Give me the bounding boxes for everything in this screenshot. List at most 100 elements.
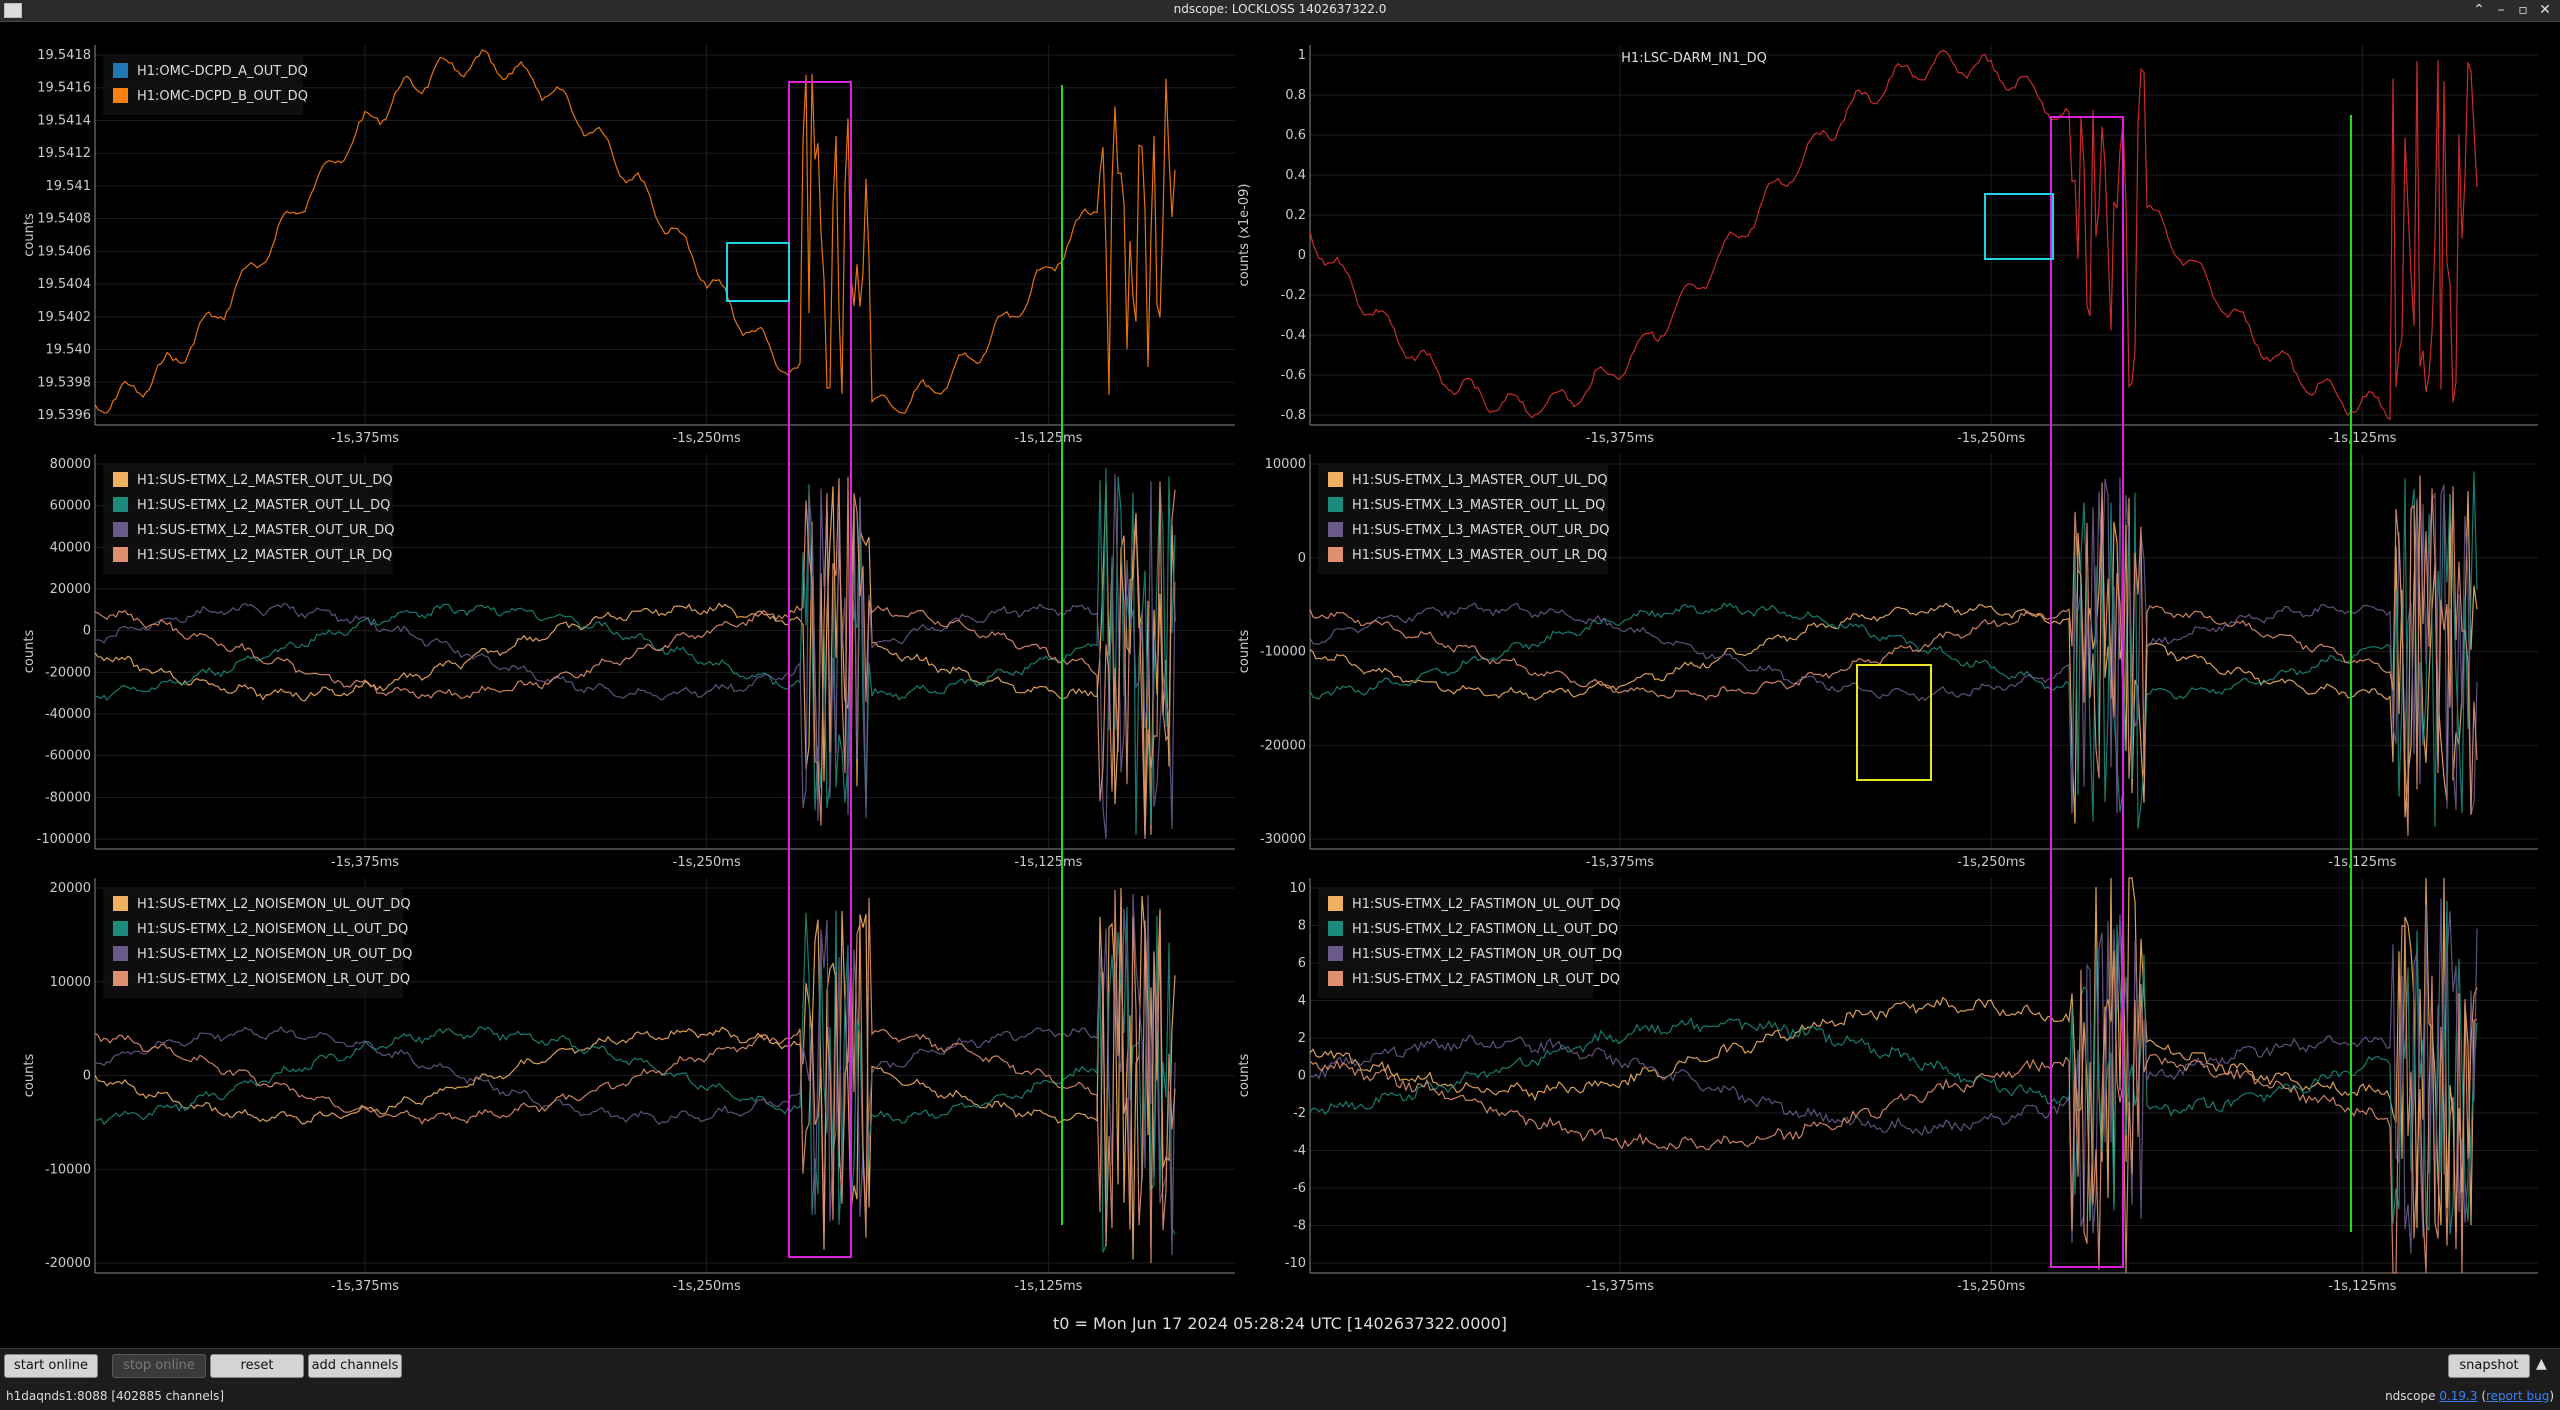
minimize-icon[interactable]: – (2492, 1, 2510, 19)
y-tick-label: 19.5414 (37, 113, 91, 128)
chevron-up-icon[interactable]: ⌃ (2470, 1, 2488, 19)
version-link[interactable]: 0.19.3 (2439, 1389, 2477, 1403)
trace-line (1309, 49, 2478, 421)
x-tick-label: -1s,375ms (1586, 855, 1654, 870)
legend-label: H1:OMC-DCPD_A_OUT_DQ (137, 64, 308, 79)
legend-swatch (113, 896, 128, 911)
plot-p3[interactable]: 80000 60000 40000 20000 0 -20000 -40000 -60000 -… (22, 454, 1235, 870)
bottom-toolbar: start online stop online reset add chann… (0, 1348, 2560, 1410)
y-tick-label: 19.5406 (37, 244, 91, 259)
legend-swatch (113, 63, 128, 78)
y-tick-label: -0.2 (1281, 288, 1306, 303)
close-icon[interactable]: ✕ (2536, 1, 2554, 19)
plot-p5[interactable]: 20000 10000 0 -10000 -20000 -1s,375ms -1s,250m… (22, 878, 1235, 1294)
plots-canvas[interactable]: 19.5418 19.5416 19.5414 19.5412 19.541 19.540… (0, 22, 2560, 1312)
title-bar: ndscope: LOCKLOSS 1402637322.0 ⌃ – ▫ ✕ (0, 0, 2560, 22)
legend-label: H1:SUS-ETMX_L3_MASTER_OUT_UR_DQ (1352, 523, 1609, 538)
legend-label: H1:SUS-ETMX_L2_NOISEMON_UR_OUT_DQ (137, 947, 412, 962)
legend-label: H1:SUS-ETMX_L2_MASTER_OUT_UL_DQ (137, 473, 393, 488)
plot-p2[interactable]: 1 0.8 0.6 0.4 0.2 0 -0.2 -0.4 -0.6 -0.8 -1s,375ms -… (1237, 45, 2538, 446)
legend-label: H1:SUS-ETMX_L3_MASTER_OUT_LL_DQ (1352, 498, 1605, 513)
stop-online-button[interactable]: stop online (112, 1354, 206, 1378)
y-tick-label: -2 (1293, 1106, 1306, 1121)
y-tick-label: -6 (1293, 1181, 1306, 1196)
y-tick-label: 0.4 (1285, 168, 1306, 183)
y-tick-label: 19.5404 (37, 277, 91, 292)
y-tick-label: 10 (1289, 881, 1306, 896)
legend-label: H1:SUS-ETMX_L2_MASTER_OUT_LR_DQ (137, 548, 392, 563)
y-tick-label: -10000 (45, 1162, 91, 1177)
y-tick-label: -20000 (45, 665, 91, 680)
y-tick-label: -10000 (1260, 645, 1306, 660)
legend-swatch (113, 522, 128, 537)
legend-swatch (113, 946, 128, 961)
y-tick-label: -100000 (37, 832, 91, 847)
x-tick-label: -1s,250ms (673, 1279, 741, 1294)
plot-p4[interactable]: 10000 0 -10000 -20000 -30000 -1s,375ms -1s,250… (1237, 454, 2538, 870)
y-tick-label: -30000 (1260, 832, 1306, 847)
legend-swatch (1328, 547, 1343, 562)
maximize-icon[interactable]: ▫ (2514, 1, 2532, 19)
snapshot-button[interactable]: snapshot (2448, 1354, 2530, 1378)
y-tick-label: -8 (1293, 1219, 1306, 1234)
y-axis-label: counts (x1e-09) (1237, 184, 1252, 287)
y-tick-label: -0.6 (1281, 368, 1306, 383)
reset-button[interactable]: reset (210, 1354, 304, 1378)
y-tick-label: 60000 (50, 499, 91, 514)
y-tick-label: -0.8 (1281, 408, 1306, 423)
yellow-highlight-box[interactable] (1856, 664, 1932, 781)
legend-label: H1:SUS-ETMX_L2_NOISEMON_UL_OUT_DQ (137, 897, 411, 912)
y-tick-label: 0.6 (1285, 128, 1306, 143)
y-axis-label: counts (1237, 630, 1252, 674)
legend-label: H1:SUS-ETMX_L2_FASTIMON_LL_OUT_DQ (1352, 922, 1618, 937)
y-tick-label: 19.540 (46, 343, 92, 358)
x-tick-label: -1s,125ms (2328, 1279, 2396, 1294)
x-tick-label: -1s,250ms (1957, 1279, 2025, 1294)
y-tick-label: 4 (1298, 994, 1306, 1009)
y-tick-label: 19.5412 (37, 146, 91, 161)
y-tick-label: -80000 (45, 790, 91, 805)
y-tick-label: 0 (1298, 551, 1306, 566)
y-tick-label: 0 (83, 1069, 91, 1084)
y-tick-label: 19.5416 (37, 81, 91, 96)
legend-swatch (1328, 522, 1343, 537)
x-tick-label: -1s,250ms (673, 855, 741, 870)
add-channels-button[interactable]: add channels (308, 1354, 402, 1378)
chevron-up-icon[interactable]: ▲ (2536, 1356, 2547, 1372)
y-tick-label: 8 (1298, 919, 1306, 934)
y-tick-label: -40000 (45, 707, 91, 722)
version-prefix: ndscope (2385, 1389, 2436, 1403)
legend-swatch (113, 88, 128, 103)
y-tick-label: 19.5402 (37, 310, 91, 325)
y-tick-label: 0 (1298, 248, 1306, 263)
y-tick-label: 0 (83, 624, 91, 639)
legend-swatch (1328, 971, 1343, 986)
y-tick-label: -10 (1285, 1256, 1306, 1271)
legend-label: H1:SUS-ETMX_L3_MASTER_OUT_UL_DQ (1352, 473, 1608, 488)
legend-swatch (113, 921, 128, 936)
legend-swatch (113, 547, 128, 562)
legend-swatch (1328, 921, 1343, 936)
x-tick-label: -1s,250ms (673, 431, 741, 446)
y-tick-label: 10000 (50, 975, 91, 990)
plot-p6[interactable]: 10 8 6 4 2 0 -2 -4 -6 -8 -10 -1s,375ms -1s,250ms -1s,… (1237, 877, 2538, 1294)
cyan-highlight-box-right[interactable] (1984, 193, 2054, 260)
x-tick-label: -1s,375ms (331, 855, 399, 870)
plot-p1[interactable]: 19.5418 19.5416 19.5414 19.5412 19.541 19.540… (22, 45, 1235, 446)
y-tick-label: 19.541 (46, 179, 92, 194)
x-tick-label: -1s,125ms (2328, 431, 2396, 446)
legend-swatch (1328, 497, 1343, 512)
x-tick-label: -1s,375ms (1586, 1279, 1654, 1294)
y-tick-label: 19.5396 (37, 408, 91, 423)
x-tick-label: -1s,250ms (1957, 431, 2025, 446)
start-online-button[interactable]: start online (4, 1354, 98, 1378)
legend-label: H1:SUS-ETMX_L2_NOISEMON_LL_OUT_DQ (137, 922, 408, 937)
report-bug-link[interactable]: report bug (2486, 1389, 2549, 1403)
y-axis-label: counts (1237, 1054, 1252, 1098)
y-tick-label: 1 (1298, 48, 1306, 63)
y-tick-label: 20000 (50, 881, 91, 896)
legend-label: H1:SUS-ETMX_L2_MASTER_OUT_LL_DQ (137, 498, 390, 513)
y-tick-label: 80000 (50, 457, 91, 472)
x-tick-label: -1s,125ms (1014, 855, 1082, 870)
x-tick-label: -1s,125ms (1014, 431, 1082, 446)
